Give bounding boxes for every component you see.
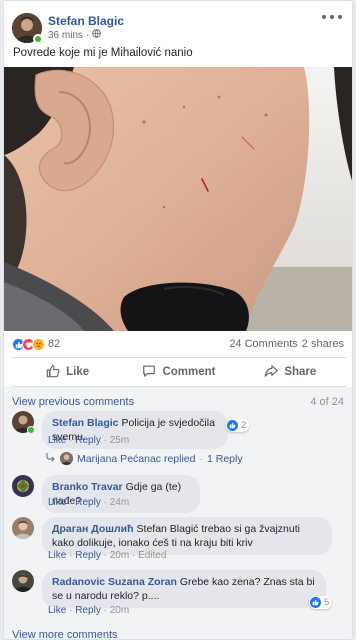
comment-like-link[interactable]: Like — [48, 435, 66, 446]
comment-author[interactable]: Stefan Blagic — [52, 417, 119, 429]
share-icon — [264, 364, 279, 381]
comment-actions: Like · Reply · 25m — [48, 435, 130, 446]
comment-actions: Like · Reply · 20m — [48, 605, 130, 616]
reaction-count: 82 — [48, 338, 61, 350]
like-reaction-icon — [310, 597, 321, 608]
post-header: Stefan Blagic 36 mins · — [4, 1, 352, 45]
post-meta: 36 mins · — [48, 29, 102, 41]
like-reaction-icon — [227, 420, 238, 431]
post-photo[interactable] — [4, 67, 352, 331]
comment-author[interactable]: Branko Travar — [52, 481, 123, 493]
comment-bubble: Radanovic Suzana Zoran Grebe kao zena? Zn… — [42, 570, 326, 608]
author-avatar[interactable] — [12, 13, 43, 44]
post-actions: Like Comment Share — [12, 357, 346, 387]
online-status-dot — [33, 34, 43, 44]
reply-summary[interactable]: Marijana Pećanac replied · 1 Reply — [46, 452, 243, 465]
comment-time[interactable]: 20m — [110, 550, 129, 561]
comment-like-link[interactable]: Like — [48, 605, 66, 616]
comment-page-count: 4 of 24 — [310, 396, 344, 408]
comment-author[interactable]: Radanovic Suzana Zoran — [52, 576, 177, 588]
reaction-icons — [12, 338, 45, 351]
view-more-comments-link[interactable]: View more comments — [12, 629, 118, 639]
reply-arrow-icon — [46, 452, 56, 465]
sad-reaction-icon — [32, 338, 45, 351]
post-options-icon[interactable] — [322, 13, 342, 21]
comment-icon — [142, 364, 156, 381]
avatar — [60, 452, 73, 465]
comment-button[interactable]: Comment — [123, 358, 234, 386]
comment-time[interactable]: 20m — [110, 605, 129, 616]
post-card: Stefan Blagic 36 mins · Povrede koje mi … — [3, 0, 353, 640]
comment-reply-link[interactable]: Reply — [75, 435, 101, 446]
post-time[interactable]: 36 mins — [48, 30, 83, 41]
thumbs-up-icon — [46, 364, 60, 381]
avatar[interactable] — [12, 517, 34, 539]
reply-author-text: Marijana Pećanac replied — [77, 452, 196, 465]
comment-actions: Like · Reply · 20m · Edited — [48, 550, 167, 561]
like-label: Like — [66, 366, 90, 378]
comment-reply-link[interactable]: Reply — [75, 550, 101, 561]
reply-count: 1 Reply — [206, 452, 243, 465]
comment-reaction-count[interactable]: 5 — [309, 596, 333, 609]
comment-time[interactable]: 25m — [110, 435, 129, 446]
share-count[interactable]: 2 shares — [302, 338, 344, 350]
avatar[interactable] — [12, 475, 34, 497]
comment-author[interactable]: Драган Дошлић — [52, 523, 134, 535]
comment-time[interactable]: 24m — [110, 497, 129, 508]
like-button[interactable]: Like — [12, 358, 123, 386]
share-label: Share — [284, 366, 317, 378]
view-previous-comments-link[interactable]: View previous comments — [12, 396, 134, 408]
online-status-dot — [27, 426, 35, 434]
comment-label: Comment — [162, 366, 216, 378]
avatar[interactable] — [12, 411, 35, 434]
share-button[interactable]: Share — [235, 358, 346, 386]
post-text: Povrede koje mi je Mihailović nanio — [13, 47, 193, 59]
comment-like-link[interactable]: Like — [48, 550, 66, 561]
comment-reply-link[interactable]: Reply — [75, 605, 101, 616]
avatar[interactable] — [12, 570, 34, 592]
comment-reply-link[interactable]: Reply — [75, 497, 101, 508]
engagement-counts: 24 Comments 2 shares — [229, 338, 344, 350]
comment-actions: Like · Reply · 24m — [48, 497, 130, 508]
comment-reaction-count[interactable]: 2 — [226, 419, 250, 432]
globe-icon — [92, 29, 102, 41]
post-author-name[interactable]: Stefan Blagic — [48, 14, 124, 28]
comment-like-link[interactable]: Like — [48, 497, 66, 508]
reactions-summary[interactable]: 82 24 Comments 2 shares — [4, 331, 352, 357]
comment-count[interactable]: 24 Comments — [229, 338, 297, 350]
comment-edited-label[interactable]: Edited — [138, 550, 166, 561]
